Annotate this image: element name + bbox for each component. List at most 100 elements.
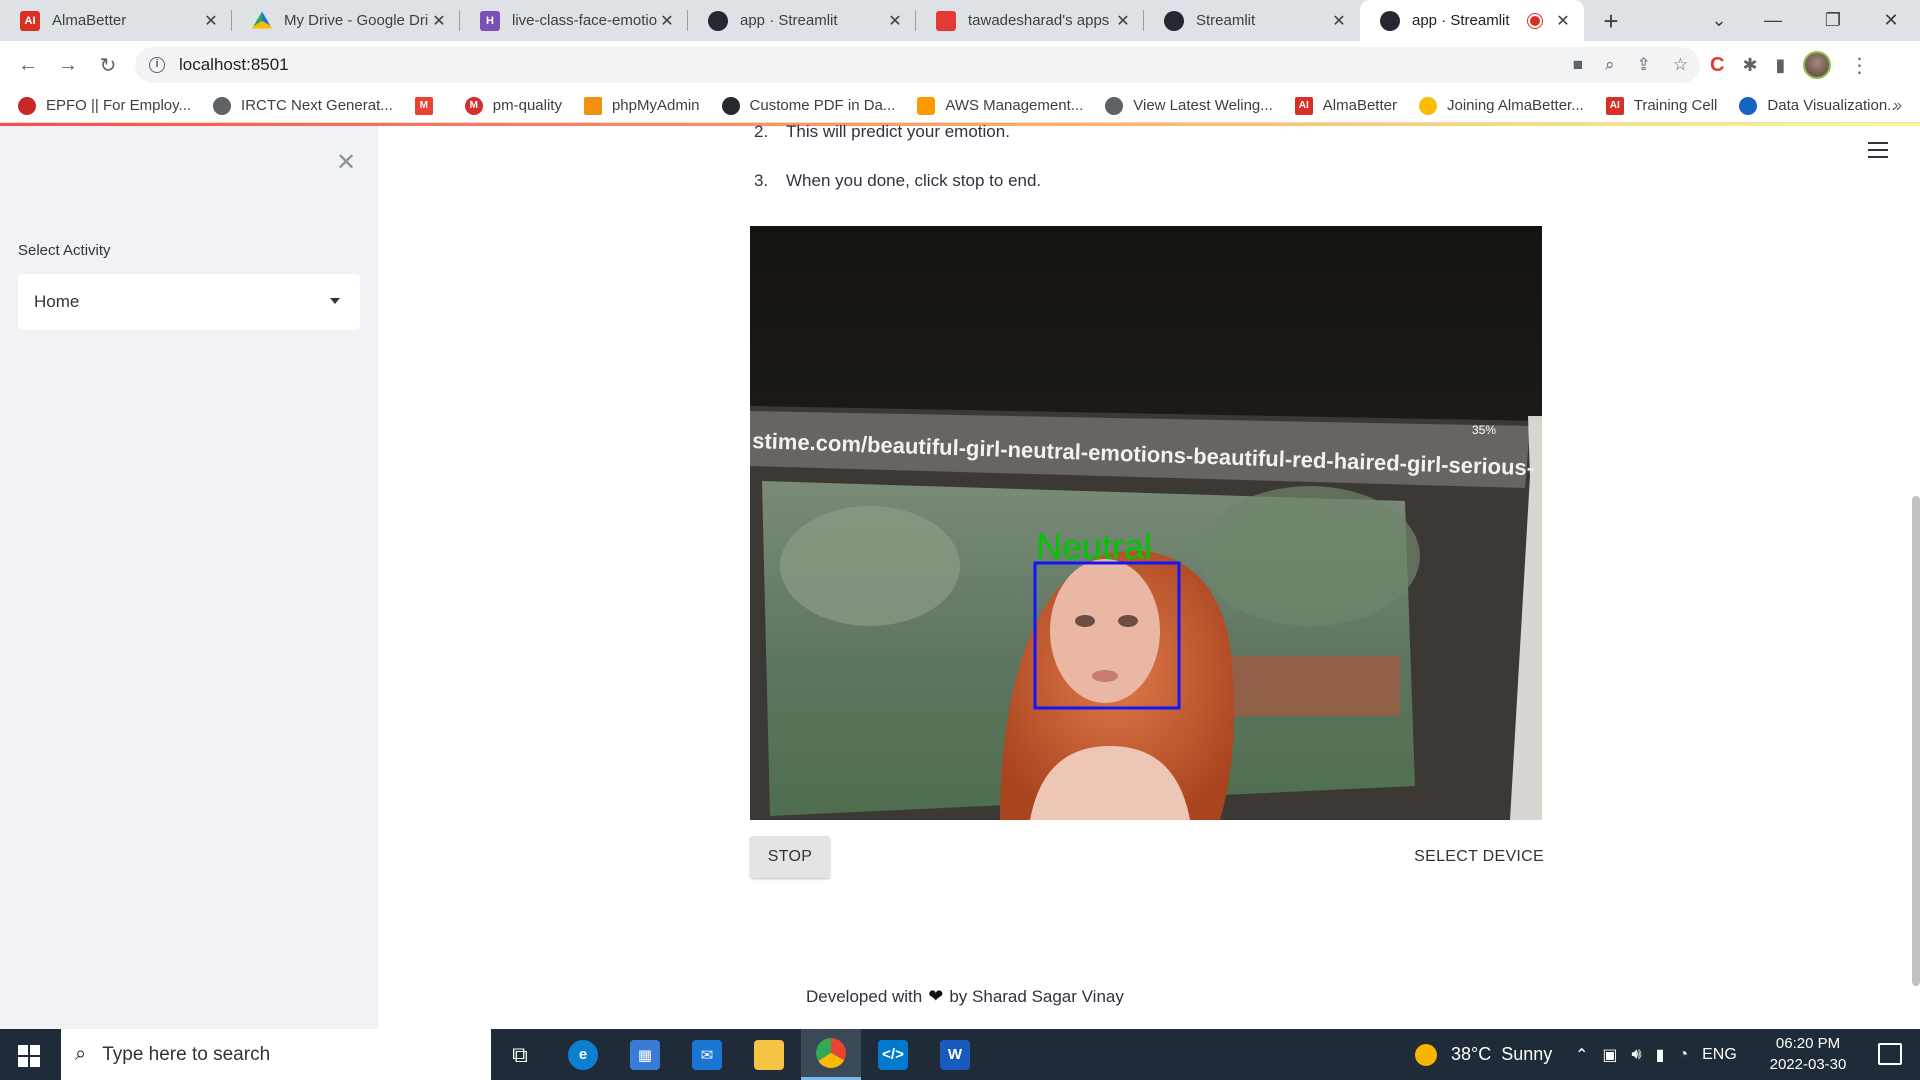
bookmark-star-icon[interactable]: ☆ — [1673, 55, 1688, 75]
webcam-frame: stime.com/beautiful-girl-neutral-emotion… — [750, 226, 1542, 820]
phpmyadmin-icon — [583, 96, 602, 115]
tab-google-drive[interactable]: My Drive - Google Dri ✕ — [232, 0, 460, 41]
search-placeholder: Type here to search — [102, 1043, 271, 1065]
bookmark-label: Training Cell — [1633, 97, 1718, 114]
stop-button[interactable]: STOP — [750, 836, 830, 878]
tab-apps[interactable]: tawadesharad's apps ✕ — [916, 0, 1144, 41]
bookmark-training-cell[interactable]: AI Training Cell — [1605, 96, 1718, 115]
taskbar-store[interactable]: ▦ — [615, 1029, 675, 1080]
taskbar-mail[interactable]: ✉ — [677, 1029, 737, 1080]
bookmark-epfo[interactable]: EPFO || For Employ... — [18, 96, 191, 115]
zoom-icon[interactable]: ⌕ — [1605, 55, 1615, 75]
minimize-button[interactable]: — — [1746, 0, 1800, 41]
bookmark-phpmyadmin[interactable]: phpMyAdmin — [583, 96, 700, 115]
network-adapter-icon[interactable]: ▣ — [1602, 1045, 1617, 1065]
url-text[interactable]: localhost:8501 — [179, 55, 289, 75]
forward-button[interactable]: → — [52, 49, 84, 81]
phone-status-text: 35% — [1472, 423, 1496, 437]
wifi-icon[interactable]: ◔ — [1678, 1046, 1688, 1064]
word-icon: W — [940, 1039, 970, 1070]
activity-select[interactable]: Home — [18, 274, 360, 330]
tab-almabetter[interactable]: AI AlmaBetter ✕ — [0, 0, 232, 41]
globe-icon — [213, 96, 232, 115]
bookmark-data-viz[interactable]: Data Visualization... — [1739, 96, 1900, 115]
github-icon — [721, 96, 740, 115]
close-icon[interactable]: ✕ — [1330, 11, 1348, 31]
tab-search-chevron-icon[interactable]: ⌄ — [1692, 0, 1746, 41]
notification-icon[interactable] — [1878, 1043, 1902, 1065]
site-info-icon[interactable]: i — [149, 57, 165, 73]
bookmark-label: IRCTC Next Generat... — [241, 97, 393, 114]
more-bookmarks-icon[interactable]: » — [1893, 97, 1902, 115]
bookmark-joining[interactable]: Joining AlmaBetter... — [1418, 96, 1584, 115]
volume-icon[interactable]: 🔊︎ — [1632, 1046, 1642, 1064]
profile-avatar[interactable] — [1803, 51, 1832, 79]
restore-button[interactable]: ❐ — [1806, 0, 1860, 41]
tab-streamlit-active[interactable]: app · Streamlit ✕ — [1360, 0, 1584, 41]
tab-streamlit-app[interactable]: app · Streamlit ✕ — [688, 0, 916, 41]
taskbar-chrome[interactable] — [801, 1029, 861, 1080]
back-button[interactable]: ← — [12, 49, 44, 81]
window-close-button[interactable]: ✕ — [1864, 0, 1918, 41]
taskbar-edge[interactable]: e — [553, 1029, 613, 1080]
close-icon[interactable]: ✕ — [1554, 11, 1572, 31]
mail-icon: ✉ — [692, 1039, 722, 1070]
taskbar-search[interactable]: ⌕ Type here to search — [61, 1029, 491, 1080]
instruction-text: This will predict your emotion. — [786, 122, 1010, 141]
language-indicator[interactable]: ENG — [1702, 1046, 1737, 1064]
new-tab-button[interactable]: + — [1596, 6, 1626, 37]
globe-icon — [1105, 96, 1124, 115]
taskbar-word[interactable]: W — [925, 1029, 985, 1080]
close-icon[interactable]: ✕ — [430, 11, 448, 31]
main-content: 2. This will predict your emotion. 3. When… — [378, 122, 1920, 1029]
side-panel-icon[interactable]: ▮ — [1776, 55, 1786, 76]
app-icon — [936, 10, 956, 31]
bookmark-gmail[interactable]: M — [414, 96, 443, 115]
weather-widget[interactable]: 38°C Sunny — [1415, 1029, 1552, 1080]
close-sidebar-icon[interactable]: ✕ — [334, 148, 358, 177]
select-activity-label: Select Activity — [18, 242, 111, 259]
tab-streamlit[interactable]: Streamlit ✕ — [1144, 0, 1360, 41]
almabetter-icon: AI — [1605, 96, 1624, 115]
tab-title: app · Streamlit — [740, 12, 838, 29]
browser-window: AI AlmaBetter ✕ My Drive - Google Dri ✕ … — [0, 0, 1920, 1080]
bookmark-label: Data Visualization... — [1767, 97, 1900, 114]
close-icon[interactable]: ✕ — [658, 11, 676, 31]
task-view-button[interactable]: ⧉ — [490, 1029, 550, 1080]
share-icon[interactable]: ⇪ — [1637, 55, 1651, 75]
microphone-icon[interactable]: ▮ — [1656, 1045, 1665, 1065]
scrollbar[interactable] — [1912, 496, 1920, 986]
close-icon[interactable]: ✕ — [1114, 11, 1132, 31]
google-drive-icon — [252, 11, 272, 29]
bookmark-pm-quality[interactable]: Mpm-quality — [464, 96, 562, 115]
camera-in-use-icon[interactable]: ■ — [1573, 55, 1583, 75]
instruction-item: 2. This will predict your emotion. — [754, 122, 1010, 142]
task-view-icon: ⧉ — [512, 1041, 528, 1067]
bookmark-aws[interactable]: AWS Management... — [917, 96, 1083, 115]
close-icon[interactable]: ✕ — [886, 11, 904, 31]
taskbar-file-explorer[interactable] — [739, 1029, 799, 1080]
address-bar[interactable]: i localhost:8501 ■ ⌕ ⇪ ☆ — [135, 47, 1700, 83]
clock[interactable]: 06:20 PM 2022-03-30 — [1763, 1033, 1853, 1075]
close-icon[interactable]: ✕ — [202, 11, 220, 31]
tab-title: AlmaBetter — [52, 12, 127, 29]
taskbar-vscode[interactable]: </> — [863, 1029, 923, 1080]
select-device-button[interactable]: SELECT DEVICE — [1402, 836, 1552, 878]
windows-start-icon[interactable] — [18, 1045, 40, 1067]
reload-button[interactable]: ↻ — [92, 49, 124, 81]
bookmark-almabetter[interactable]: AI AlmaBetter — [1294, 96, 1397, 115]
chevron-up-icon[interactable]: ⌃ — [1575, 1045, 1588, 1065]
tab-heroku[interactable]: H live-class-face-emotio ✕ — [460, 0, 688, 41]
hamburger-menu-icon[interactable] — [1868, 142, 1888, 163]
chrome-icon — [816, 1038, 846, 1068]
bookmark-weling[interactable]: View Latest Weling... — [1105, 96, 1273, 115]
extension-c-icon[interactable]: C — [1710, 54, 1724, 77]
browser-menu-icon[interactable]: ⋮ — [1849, 53, 1869, 78]
bookmark-irctc[interactable]: IRCTC Next Generat... — [213, 96, 393, 115]
extensions-puzzle-icon[interactable]: ✱ — [1742, 55, 1757, 76]
bookmark-github[interactable]: Custome PDF in Da... — [721, 96, 895, 115]
recording-icon — [1528, 13, 1542, 28]
search-icon: ⌕ — [75, 1043, 87, 1065]
data-viz-icon — [1739, 96, 1758, 115]
vscode-icon: </> — [878, 1039, 908, 1070]
